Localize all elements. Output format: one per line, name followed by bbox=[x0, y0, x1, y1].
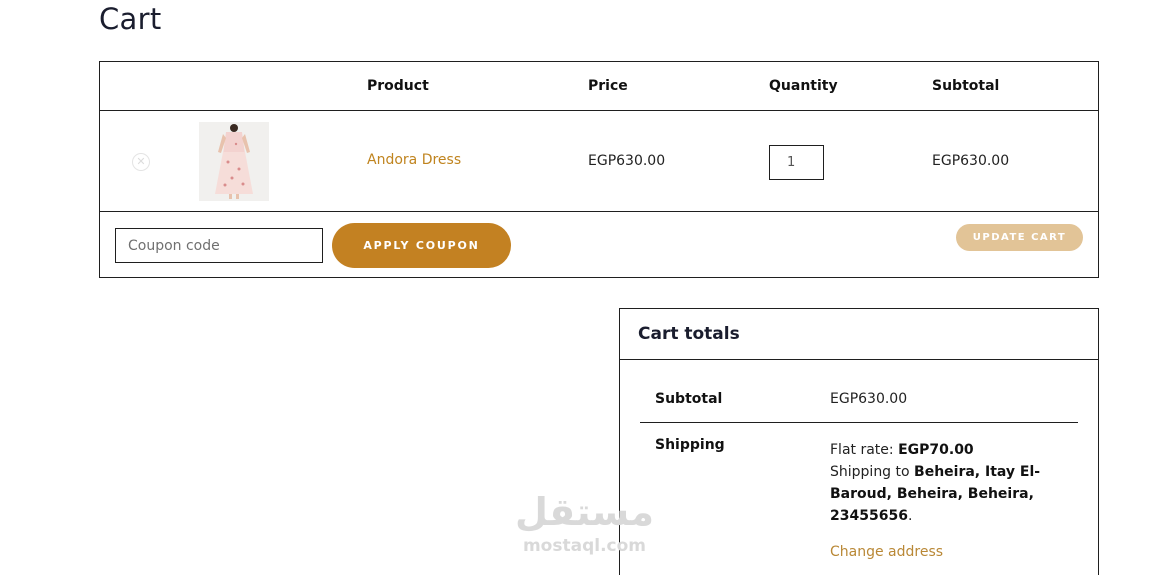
totals-subtotal-row: Subtotal EGP630.00 bbox=[640, 375, 1078, 423]
shipping-to-prefix: Shipping to bbox=[830, 464, 915, 480]
column-header-product: Product bbox=[367, 78, 429, 94]
cart-totals-title: Cart totals bbox=[620, 309, 1098, 360]
watermark-logo: مستقل mostaql.com bbox=[512, 490, 657, 556]
watermark-arabic: مستقل bbox=[515, 490, 654, 534]
remove-item-icon[interactable]: ✕ bbox=[132, 153, 150, 171]
shipping-suffix: . bbox=[907, 508, 913, 524]
product-name-link[interactable]: Andora Dress bbox=[367, 152, 461, 168]
apply-coupon-button[interactable]: APPLY COUPON bbox=[332, 223, 511, 268]
totals-subtotal-label: Subtotal bbox=[655, 391, 723, 407]
page-title: Cart bbox=[99, 2, 162, 36]
item-price: EGP630.00 bbox=[588, 153, 666, 169]
update-cart-button[interactable]: UPDATE CART bbox=[956, 224, 1083, 251]
shipping-details: Flat rate: EGP70.00 Shipping to Beheira,… bbox=[830, 439, 1055, 563]
watermark-latin: mostaql.com bbox=[522, 536, 647, 556]
shipping-address-line: Shipping to Beheira, Itay El-Baroud, Beh… bbox=[830, 461, 1055, 527]
flat-rate-value: EGP70.00 bbox=[898, 442, 974, 458]
column-header-subtotal: Subtotal bbox=[932, 78, 1000, 94]
cart-table-header: Product Price Quantity Subtotal bbox=[100, 62, 1098, 111]
dress-image bbox=[199, 122, 269, 201]
cart-totals-panel: Cart totals Subtotal EGP630.00 Shipping … bbox=[619, 308, 1099, 575]
quantity-input[interactable] bbox=[769, 145, 824, 180]
totals-subtotal-value: EGP630.00 bbox=[830, 391, 908, 407]
coupon-code-input[interactable] bbox=[115, 228, 323, 263]
flat-rate-line: Flat rate: EGP70.00 bbox=[830, 439, 1055, 461]
item-subtotal: EGP630.00 bbox=[932, 153, 1010, 169]
change-address-link[interactable]: Change address bbox=[830, 541, 1055, 563]
shipping-label: Shipping bbox=[655, 437, 725, 453]
cart-table: Product Price Quantity Subtotal ✕ Andora… bbox=[99, 61, 1099, 278]
cart-item-row: ✕ Andora Dress EGP630.00 EGP630.0 bbox=[100, 111, 1098, 212]
flat-rate-prefix: Flat rate: bbox=[830, 442, 899, 458]
column-header-quantity: Quantity bbox=[769, 78, 838, 94]
product-thumbnail[interactable] bbox=[199, 122, 269, 201]
column-header-price: Price bbox=[588, 78, 628, 94]
